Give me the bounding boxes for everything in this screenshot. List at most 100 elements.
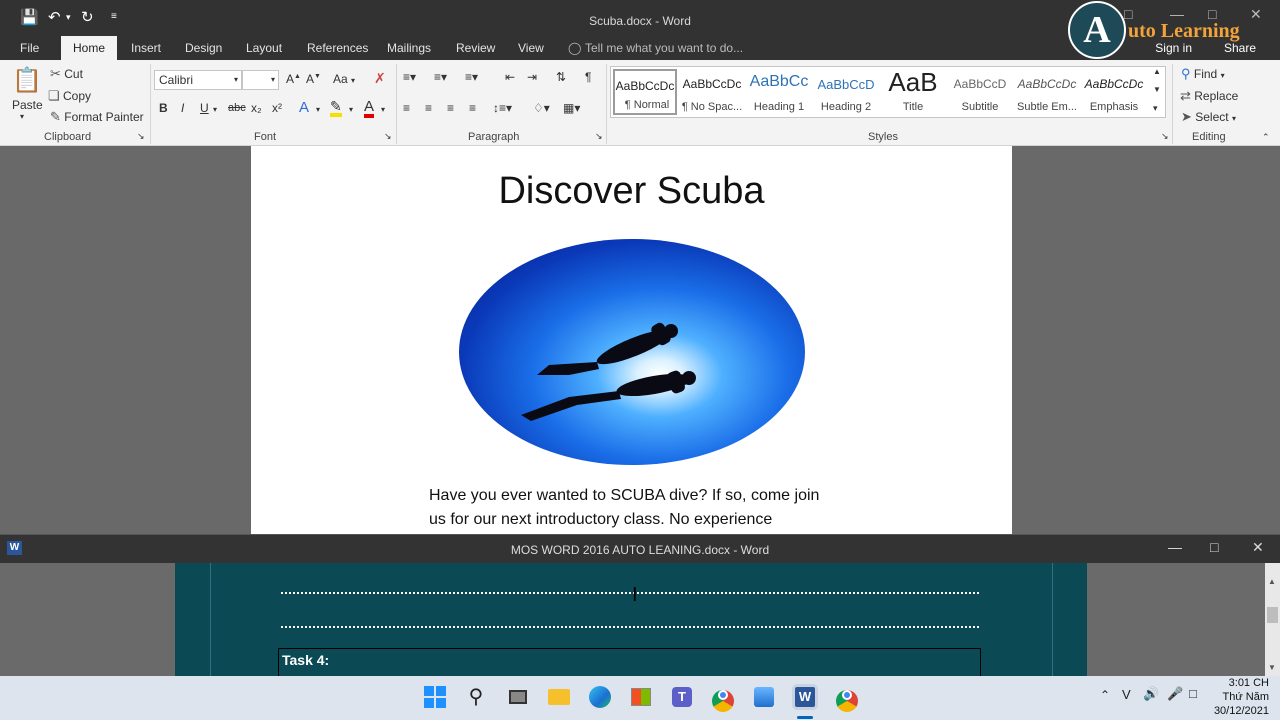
style-heading-1[interactable]: AaBbCc Heading 1: [747, 69, 811, 115]
replace-button[interactable]: ⇄ Replace: [1180, 88, 1238, 104]
style-emphasis[interactable]: AaBbCcDc Emphasis: [1082, 69, 1146, 115]
show-formatting-icon[interactable]: ¶: [585, 70, 591, 84]
search-icon[interactable]: ⚲: [463, 684, 489, 710]
network-icon[interactable]: □: [1189, 686, 1197, 701]
select-button[interactable]: ➤ Select ▾: [1181, 109, 1236, 125]
word-taskbar-icon[interactable]: W: [792, 684, 818, 710]
clipboard-launcher-icon[interactable]: ↘: [137, 131, 145, 142]
styles-scroll-up-icon[interactable]: ▲: [1153, 67, 1161, 76]
sign-in-link[interactable]: Sign in: [1155, 41, 1192, 55]
tab-home[interactable]: Home: [61, 36, 118, 60]
styles-gallery[interactable]: AaBbCcDc ¶ Normal AaBbCcDc ¶ No Spac... Aa…: [610, 66, 1166, 118]
tab-design[interactable]: Design: [185, 41, 222, 55]
paragraph-launcher-icon[interactable]: ↘: [595, 131, 603, 142]
font-color-icon[interactable]: A: [364, 99, 375, 118]
tab-insert[interactable]: Insert: [131, 41, 161, 55]
italic-button[interactable]: I: [181, 101, 184, 115]
increase-indent-icon[interactable]: ⇥: [527, 70, 537, 84]
styles-launcher-icon[interactable]: ↘: [1161, 131, 1169, 142]
font-color-dropdown-icon[interactable]: ▾: [381, 105, 385, 114]
shading-icon[interactable]: ♢▾: [533, 101, 550, 115]
tab-review[interactable]: Review: [456, 41, 495, 55]
style-normal[interactable]: AaBbCcDc ¶ Normal: [613, 69, 677, 115]
minimize-icon[interactable]: —: [1168, 539, 1182, 555]
scuba-divers-image[interactable]: [459, 239, 805, 465]
tab-mailings[interactable]: Mailings: [387, 41, 431, 55]
clock-day[interactable]: Thứ Năm: [1223, 691, 1269, 703]
bullets-icon[interactable]: ≡▾: [403, 70, 416, 84]
document-page[interactable]: Discover Scuba Have you ever wanted to S…: [251, 146, 1012, 534]
change-case-button[interactable]: Aa ▾: [333, 72, 355, 86]
maximize-icon[interactable]: □: [1210, 539, 1218, 555]
chevron-up-icon[interactable]: ⌃: [1100, 688, 1110, 702]
clear-formatting-icon[interactable]: ✗: [374, 70, 386, 87]
sort-icon[interactable]: ⇅: [556, 70, 566, 84]
text-effects-dropdown-icon[interactable]: ▾: [316, 105, 320, 114]
paste-dropdown-icon[interactable]: ▾: [20, 112, 24, 121]
share-button[interactable]: Share: [1224, 41, 1256, 55]
chrome-icon[interactable]: [834, 684, 860, 712]
numbering-icon[interactable]: ≡▾: [434, 70, 447, 84]
close-icon[interactable]: ✕: [1250, 6, 1262, 23]
task-view-icon[interactable]: [505, 684, 531, 710]
copy-button[interactable]: ❏ Copy: [48, 88, 91, 104]
font-launcher-icon[interactable]: ↘: [384, 131, 392, 142]
paste-button[interactable]: Paste: [12, 98, 43, 112]
highlight-icon[interactable]: ✎: [330, 99, 342, 117]
scroll-thumb[interactable]: [1267, 607, 1278, 623]
grow-font-icon[interactable]: A▲: [286, 72, 301, 86]
paste-icon[interactable]: 📋: [12, 66, 42, 95]
store-icon[interactable]: [628, 684, 654, 710]
document-paragraph[interactable]: Have you ever wanted to SCUBA dive? If s…: [429, 484, 829, 532]
style-no-spacing[interactable]: AaBbCcDc ¶ No Spac...: [680, 69, 744, 115]
clock-time[interactable]: 3:01 CH: [1229, 677, 1269, 689]
chrome-icon[interactable]: [710, 684, 736, 712]
font-size-box[interactable]: ▾: [242, 70, 279, 90]
subscript-button[interactable]: x₂: [251, 101, 262, 115]
align-right-icon[interactable]: ≡: [447, 101, 454, 115]
font-name-box[interactable]: Calibri ▾: [154, 70, 242, 90]
styles-more-icon[interactable]: ▾: [1153, 103, 1158, 114]
shrink-font-icon[interactable]: A▼: [306, 72, 321, 86]
start-icon[interactable]: [422, 684, 448, 710]
borders-icon[interactable]: ▦▾: [563, 101, 580, 115]
highlight-dropdown-icon[interactable]: ▾: [349, 105, 353, 114]
speaker-icon[interactable]: 🔊: [1143, 686, 1159, 702]
scroll-up-icon[interactable]: ▲: [1268, 577, 1276, 586]
multilevel-list-icon[interactable]: ≡▾: [465, 70, 478, 84]
tab-layout[interactable]: Layout: [246, 41, 282, 55]
tab-references[interactable]: References: [307, 41, 368, 55]
superscript-button[interactable]: x²: [272, 101, 282, 115]
underline-dropdown-icon[interactable]: ▾: [213, 105, 217, 114]
format-painter-button[interactable]: ✎ Format Painter: [50, 109, 144, 125]
style-subtle-emphasis[interactable]: AaBbCcDc Subtle Em...: [1015, 69, 1079, 115]
close-icon[interactable]: ✕: [1252, 539, 1264, 556]
vietkey-icon[interactable]: V: [1122, 687, 1131, 702]
underline-button[interactable]: U: [200, 101, 209, 115]
find-button[interactable]: ⚲ Find ▾: [1181, 66, 1225, 82]
teams-icon[interactable]: T: [669, 684, 695, 710]
microphone-icon[interactable]: 🎤: [1167, 686, 1183, 702]
align-center-icon[interactable]: ≡: [425, 101, 432, 115]
photos-icon[interactable]: [751, 684, 777, 710]
tab-file[interactable]: File: [20, 41, 39, 55]
style-subtitle[interactable]: AaBbCcD Subtitle: [948, 69, 1012, 115]
edge-icon[interactable]: [587, 684, 613, 710]
line-spacing-icon[interactable]: ↕≡▾: [493, 101, 512, 115]
cut-button[interactable]: ✂ Cut: [50, 66, 83, 82]
style-heading-2[interactable]: AaBbCcD Heading 2: [814, 69, 878, 115]
text-effects-icon[interactable]: A: [299, 99, 309, 116]
justify-icon[interactable]: ≡: [469, 101, 476, 115]
strikethrough-button[interactable]: abc: [228, 102, 246, 114]
styles-scroll-down-icon[interactable]: ▼: [1153, 85, 1161, 94]
align-left-icon[interactable]: ≡: [403, 101, 410, 115]
collapse-ribbon-icon[interactable]: ⌃: [1262, 132, 1270, 143]
style-title[interactable]: AaB Title: [881, 69, 945, 115]
vertical-scrollbar[interactable]: ▲ ▼: [1265, 563, 1280, 676]
file-explorer-icon[interactable]: [546, 684, 572, 710]
scroll-down-icon[interactable]: ▼: [1268, 663, 1276, 672]
tell-me-box[interactable]: Tell me what you want to do...: [585, 41, 743, 55]
tab-view[interactable]: View: [518, 41, 544, 55]
bold-button[interactable]: B: [159, 101, 168, 115]
document-page-2[interactable]: I Task 4:: [175, 563, 1087, 678]
